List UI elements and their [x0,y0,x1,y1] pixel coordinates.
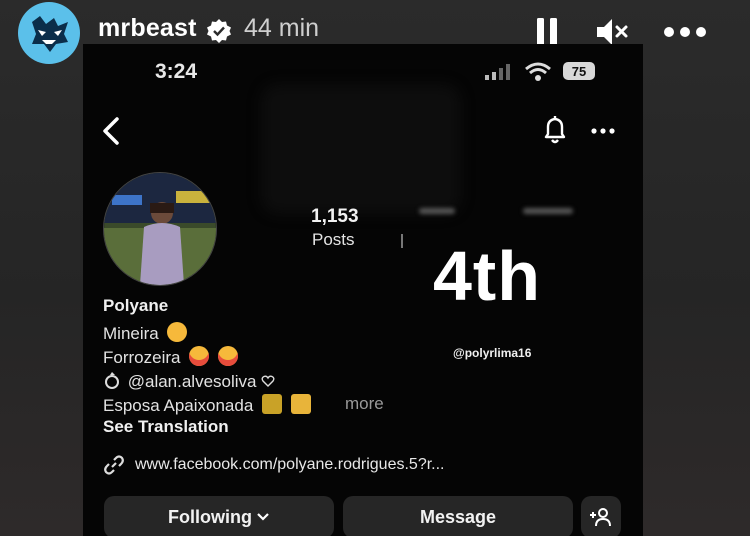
pause-icon [537,18,557,46]
bio-more-link[interactable]: more [345,394,384,414]
link-icon [104,455,124,475]
battery-indicator: 75 [563,62,595,80]
story-posted-time: 44 min [244,14,320,42]
mrbeast-logo-icon [32,16,68,52]
message-button-label: Message [419,506,497,527]
mention-sticker[interactable]: @polyrlima16 [453,346,531,360]
bio-line-3: @alan.alvesoliva [103,370,275,392]
status-time: 3:24 [155,60,198,83]
profile-photo [104,173,216,285]
rank-sticker-text: 4th [433,237,541,315]
ring-icon [105,372,119,389]
add-user-icon [590,508,611,527]
story-more-button[interactable] [662,12,708,52]
status-bar-icons: 75 [485,60,605,84]
heart-eyes-emoji-icon [217,346,238,366]
bio-line-2-text: Forrozeira [103,348,181,367]
posts-count: 1,153 [311,206,359,227]
blurred-followers-count [419,208,455,214]
profile-website-link[interactable]: www.facebook.com/polyane.rodrigues.5?r..… [103,454,445,476]
verified-badge-icon [207,19,231,43]
chevron-down-icon [257,513,269,521]
wifi-icon [525,62,551,81]
message-button[interactable]: Message [343,496,573,536]
smiling-emoji-icon [167,322,188,342]
bio-line-4-text: Esposa Apaixonada [103,396,254,415]
white-heart-icon [261,375,275,387]
profile-website-text[interactable]: www.facebook.com/polyane.rodrigues.5?r..… [135,456,445,474]
blurred-following-count [523,208,573,214]
see-translation-link[interactable]: See Translation [103,417,229,437]
bio-line-4: Esposa Apaixonada [103,394,311,416]
following-button-label: Following [168,506,252,527]
bio-line-1-text: Mineira [103,324,159,343]
following-button[interactable]: Following [104,496,334,536]
bio-line-2: Forrozeira [103,346,238,368]
story-avatar[interactable] [18,2,80,64]
signal-icon [485,64,510,80]
stat-divider [401,234,403,248]
profile-picture[interactable] [103,172,217,286]
couple-heart-emoji-icon [290,394,311,414]
bio-mention-link[interactable]: @alan.alvesoliva [128,372,257,391]
bio-line-1: Mineira [103,322,188,344]
phone-screen: 3:24 75 1,153 Posts 4th @polyrlima16 Pol… [83,44,643,536]
blurred-overlay [261,84,461,214]
mute-icon [597,19,628,45]
more-horizontal-icon [664,27,706,37]
suggested-users-button[interactable] [581,496,621,536]
profile-name: Polyane [103,296,169,315]
bell-icon[interactable] [539,114,571,146]
profile-more-icon[interactable] [588,116,618,146]
couple-emoji-icon [262,394,283,414]
heart-eyes-emoji-icon [189,346,210,366]
back-arrow-icon[interactable] [95,114,129,148]
posts-label[interactable]: Posts [312,230,355,250]
story-username[interactable]: mrbeast [98,14,197,43]
